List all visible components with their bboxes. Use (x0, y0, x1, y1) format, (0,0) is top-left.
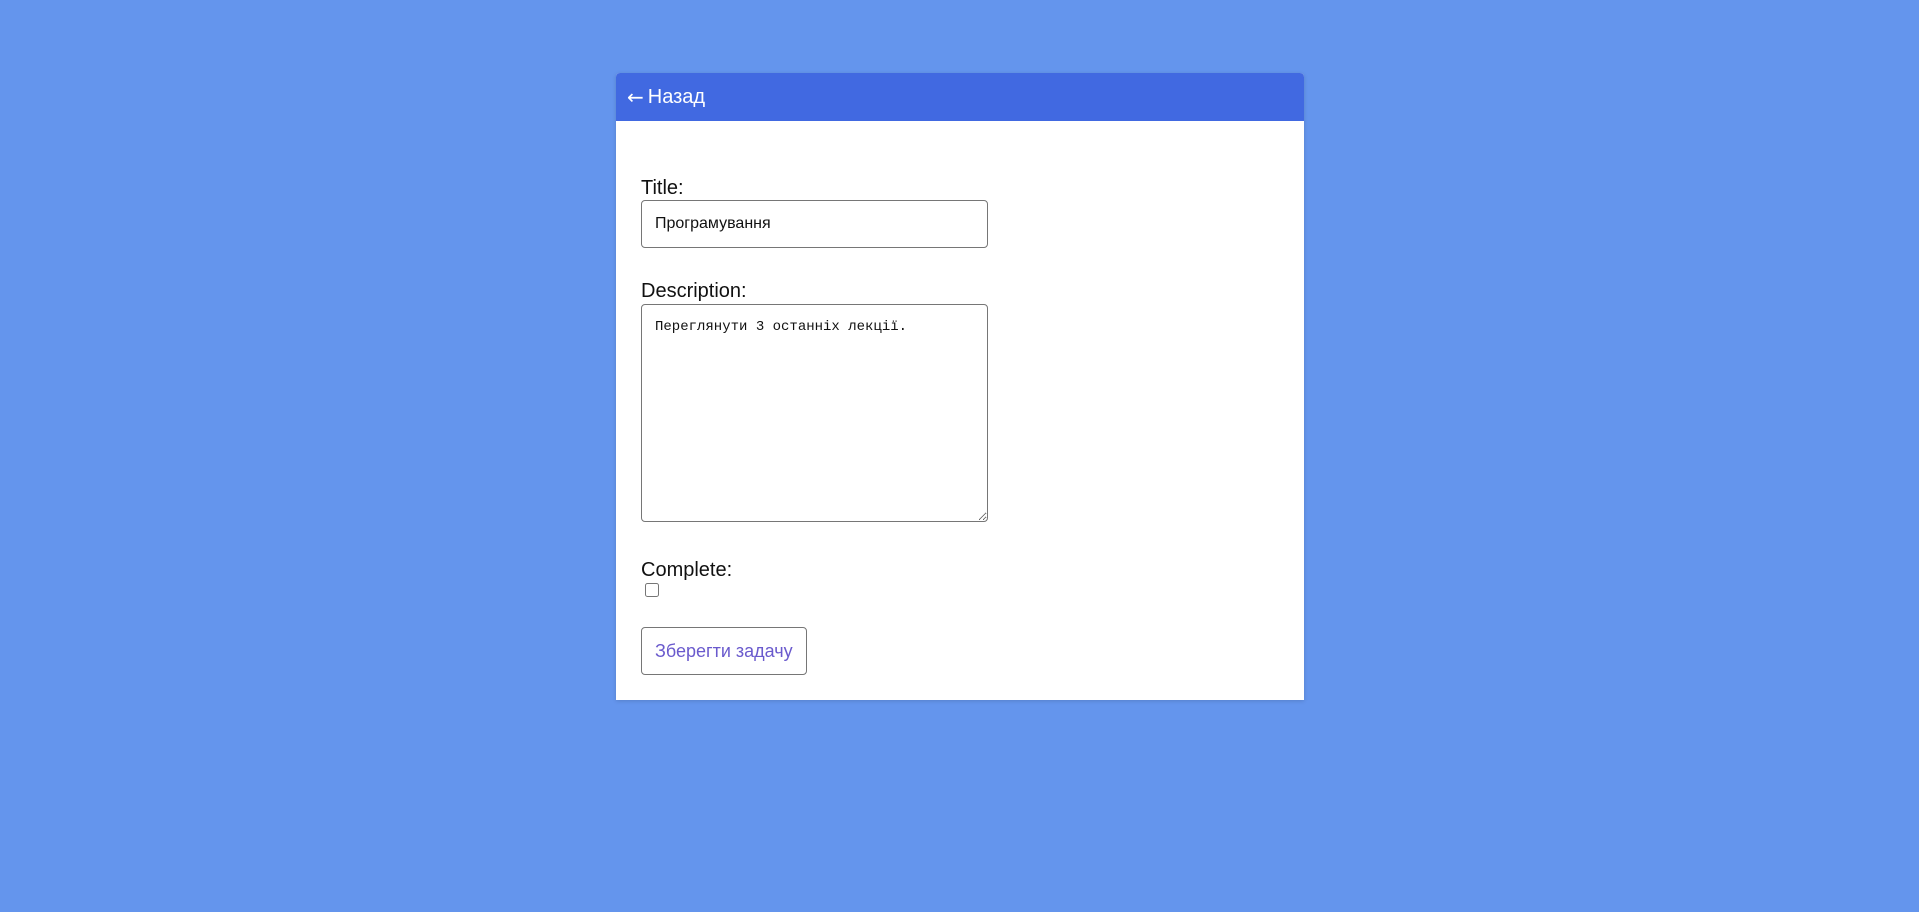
arrow-left-icon: ← (627, 85, 644, 109)
card-header: ← Назад (616, 73, 1304, 121)
description-label: Description: (641, 280, 747, 302)
back-link-label: Назад (647, 85, 706, 108)
title-input[interactable] (641, 200, 988, 248)
back-link[interactable]: ← Назад (627, 86, 705, 109)
complete-label: Complete: (641, 559, 733, 581)
complete-checkbox[interactable] (645, 583, 659, 597)
description-textarea[interactable]: Переглянути 3 останніх лекції. (641, 304, 988, 522)
save-task-button[interactable]: Зберегти задачу (641, 627, 807, 675)
title-label: Title: (641, 177, 684, 199)
task-edit-card: ← Назад Title: Description: Переглянути … (616, 73, 1304, 700)
